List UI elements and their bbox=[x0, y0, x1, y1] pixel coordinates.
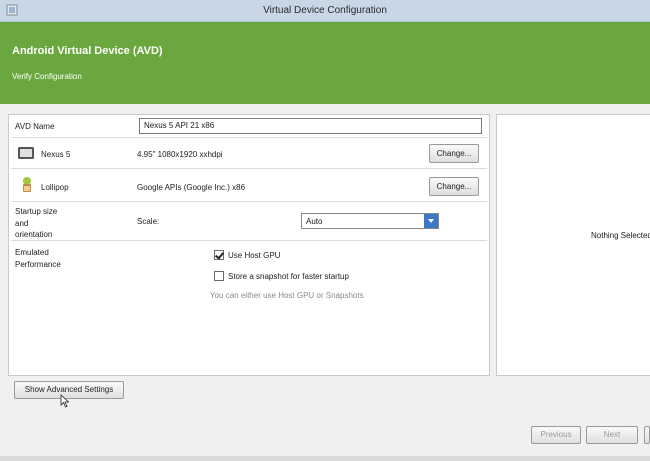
performance-label-line-2: Performance bbox=[15, 260, 61, 269]
system-image-name: Lollipop bbox=[41, 183, 69, 192]
use-host-gpu-label: Use Host GPU bbox=[228, 251, 281, 260]
partial-button[interactable] bbox=[644, 426, 650, 444]
chevron-down-icon[interactable] bbox=[424, 214, 438, 228]
change-system-image-button[interactable]: Change... bbox=[429, 177, 479, 196]
scale-select[interactable]: Auto bbox=[301, 213, 439, 229]
header-banner: Android Virtual Device (AVD) Verify Conf… bbox=[0, 22, 650, 104]
snapshot-checkbox[interactable] bbox=[214, 271, 224, 281]
android-icon bbox=[23, 177, 31, 192]
snapshot-label: Store a snapshot for faster startup bbox=[228, 272, 349, 281]
startup-label-line-3: orientation bbox=[15, 230, 53, 239]
banner-subheading: Verify Configuration bbox=[12, 72, 82, 81]
system-image-row: Lollipop Google APIs (Google Inc.) x86 C… bbox=[11, 169, 487, 202]
bottom-divider bbox=[0, 456, 650, 461]
next-button[interactable]: Next bbox=[586, 426, 638, 444]
window-title: Virtual Device Configuration bbox=[263, 5, 387, 16]
device-row: Nexus 5 4.95" 1080x1920 xxhdpi Change... bbox=[11, 138, 487, 169]
avd-name-label: AVD Name bbox=[15, 122, 55, 131]
previous-button[interactable]: Previous bbox=[531, 426, 581, 444]
performance-hint: You can either use Host GPU or Snapshots bbox=[210, 291, 364, 300]
performance-row: Emulated Performance Use Host GPU Store … bbox=[11, 241, 487, 377]
device-name: Nexus 5 bbox=[41, 150, 71, 159]
preview-panel: Nothing Selected bbox=[496, 114, 650, 376]
system-image-spec: Google APIs (Google Inc.) x86 bbox=[137, 183, 246, 192]
startup-row: Startup size and orientation Scale: Auto bbox=[11, 202, 487, 241]
change-device-button[interactable]: Change... bbox=[429, 144, 479, 163]
avd-name-row: AVD Name Nexus 5 API 21 x86 bbox=[11, 115, 487, 138]
preview-message: Nothing Selected bbox=[591, 231, 650, 240]
startup-label-line-2: and bbox=[15, 219, 29, 228]
performance-label-line-1: Emulated bbox=[15, 248, 49, 257]
window-titlebar: Virtual Device Configuration bbox=[0, 0, 650, 22]
mouse-cursor-icon bbox=[60, 394, 70, 408]
scale-label: Scale: bbox=[137, 217, 160, 226]
startup-label-line-1: Startup size bbox=[15, 207, 58, 216]
device-spec: 4.95" 1080x1920 xxhdpi bbox=[137, 150, 223, 159]
use-host-gpu-checkbox[interactable] bbox=[214, 250, 224, 260]
banner-heading: Android Virtual Device (AVD) bbox=[12, 45, 163, 57]
avd-name-input[interactable]: Nexus 5 API 21 x86 bbox=[139, 118, 482, 134]
phone-icon bbox=[18, 147, 34, 159]
configuration-panel: AVD Name Nexus 5 API 21 x86 Nexus 5 4.95… bbox=[8, 114, 490, 376]
scale-select-value: Auto bbox=[306, 217, 323, 226]
